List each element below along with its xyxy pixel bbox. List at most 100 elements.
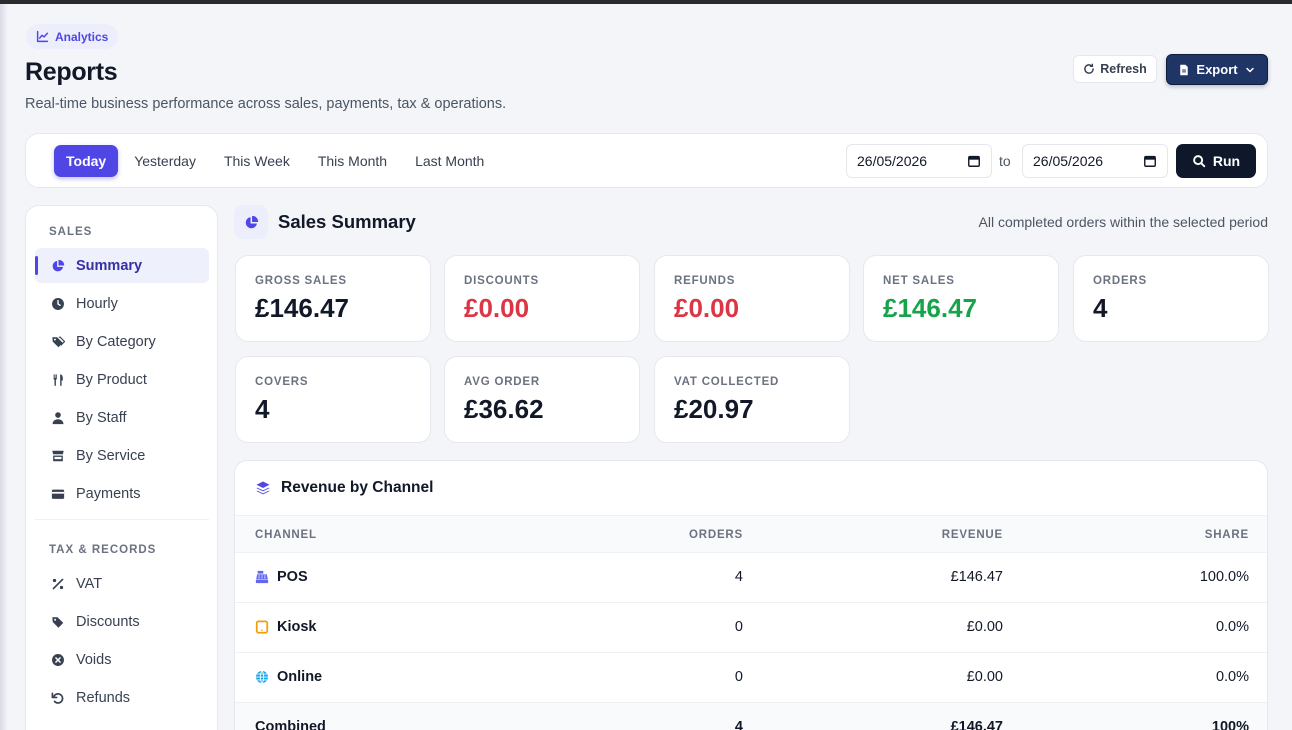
utensils-icon (53, 373, 63, 386)
stat-card-avg-order: AVG ORDER £36.62 (444, 356, 640, 443)
revenue-cell: £146.47 (950, 719, 1003, 730)
undo-icon (51, 691, 64, 704)
date-from-value: 26/05/2026 (857, 153, 928, 169)
sidebar-item-label: By Product (76, 371, 147, 388)
stat-value: £36.62 (464, 394, 544, 424)
channel-name: POS (277, 569, 308, 585)
tablet-icon (255, 620, 269, 634)
sidebar-item-label: Discounts (76, 613, 140, 630)
date-from-input[interactable]: 26/05/2026 (846, 144, 992, 178)
cash-register-icon (255, 570, 269, 584)
report-sidebar: SALES Summary Hourly By Category By Product B… (25, 205, 218, 730)
stat-card-vat-collected: VAT COLLECTED £20.97 (654, 356, 850, 443)
sidebar-item-payments[interactable]: Payments (35, 476, 209, 511)
page-subtitle: Real-time business performance across sa… (25, 96, 507, 112)
revenue-cell: £0.00 (966, 669, 1003, 685)
section-title: Sales Summary (278, 211, 416, 232)
column-header-share: SHARE (1204, 529, 1249, 541)
sidebar-item-by-service[interactable]: By Service (35, 438, 209, 473)
globe-icon (256, 670, 268, 684)
panel-title: Revenue by Channel (281, 479, 434, 496)
date-range-separator: to (999, 153, 1011, 169)
channel-name: Kiosk (277, 619, 317, 635)
sidebar-item-vat[interactable]: VAT (35, 566, 209, 601)
sidebar-section-title: SALES (49, 226, 93, 238)
section-icon (234, 205, 268, 239)
period-tab-yesterday[interactable]: Yesterday (122, 145, 208, 177)
pie-chart-icon (52, 259, 65, 271)
table-row: POS 4 £146.47 100.0% (235, 553, 1267, 603)
file-icon (1180, 64, 1189, 75)
page-title: Reports (25, 58, 118, 86)
share-cell: 0.0% (1215, 669, 1249, 685)
date-to-input[interactable]: 26/05/2026 (1022, 144, 1168, 178)
credit-card-icon (51, 489, 65, 499)
panel-header: Revenue by Channel (255, 479, 433, 497)
stat-card-covers: COVERS 4 (235, 356, 431, 443)
section-note: All completed orders within the selected… (978, 214, 1269, 230)
channel-name: Online (277, 669, 323, 685)
table-header: CHANNEL ORDERS REVENUE SHARE (235, 515, 1267, 553)
stat-value: £146.47 (883, 293, 977, 323)
orders-cell: 0 (734, 669, 743, 685)
stat-label: NET SALES (883, 275, 955, 287)
refresh-icon (1084, 63, 1095, 74)
stat-card-refunds: REFUNDS £0.00 (654, 255, 850, 342)
stat-card-gross-sales: GROSS SALES £146.47 (235, 255, 431, 342)
sidebar-item-by-category[interactable]: By Category (35, 324, 209, 359)
sidebar-item-label: VAT (76, 575, 103, 592)
run-button[interactable]: Run (1176, 144, 1256, 178)
table-row: Online 0 £0.00 0.0% (235, 653, 1267, 703)
share-cell: 0.0% (1215, 619, 1249, 635)
stat-label: REFUNDS (674, 275, 736, 287)
stat-value: £0.00 (464, 293, 530, 323)
export-button[interactable]: Export (1166, 54, 1268, 85)
sidebar-item-discounts[interactable]: Discounts (35, 604, 209, 639)
sidebar-item-hourly[interactable]: Hourly (35, 286, 209, 321)
stat-value: 4 (255, 394, 270, 424)
channel-cell: POS (255, 569, 308, 585)
pie-chart-icon (245, 215, 258, 228)
sidebar-section-title: TAX & RECORDS (49, 544, 157, 556)
refresh-button[interactable]: Refresh (1073, 55, 1157, 83)
sidebar-item-label: By Category (76, 333, 156, 350)
period-tab-this-month[interactable]: This Month (306, 145, 399, 177)
sidebar-item-summary[interactable]: Summary (35, 248, 209, 283)
channel-cell: Kiosk (255, 619, 317, 635)
search-icon (1193, 155, 1206, 168)
sidebar-item-label: Summary (76, 257, 143, 274)
sidebar-item-voids[interactable]: Voids (35, 642, 209, 677)
badge-label: Analytics (55, 29, 109, 44)
sidebar-item-label: By Staff (76, 409, 127, 426)
tags-icon (52, 336, 65, 347)
window-left-edge (0, 4, 8, 730)
calendar-icon (1144, 155, 1156, 167)
stat-label: ORDERS (1093, 275, 1148, 287)
revenue-by-channel-panel: Revenue by Channel CHANNEL ORDERS REVENU… (234, 460, 1268, 730)
period-tab-this-week[interactable]: This Week (212, 145, 302, 177)
stat-card-discounts: DISCOUNTS £0.00 (444, 255, 640, 342)
orders-cell: 0 (734, 619, 743, 635)
stat-value: £146.47 (255, 293, 349, 323)
export-label: Export (1196, 62, 1238, 77)
stat-label: VAT COLLECTED (674, 376, 780, 388)
period-tab-last-month[interactable]: Last Month (403, 145, 496, 177)
calendar-icon (968, 155, 980, 167)
sidebar-item-label: Refunds (76, 689, 131, 706)
stat-label: GROSS SALES (255, 275, 347, 287)
stat-value: 4 (1093, 293, 1108, 323)
store-icon (52, 450, 64, 461)
chevron-down-icon (1245, 67, 1254, 72)
sidebar-item-by-staff[interactable]: By Staff (35, 400, 209, 435)
share-cell: 100.0% (1199, 569, 1249, 585)
channel-name: Combined (255, 719, 326, 730)
stat-label: DISCOUNTS (464, 275, 539, 287)
period-tab-today[interactable]: Today (54, 145, 119, 177)
refresh-label: Refresh (1100, 62, 1147, 76)
sales-summary-header: Sales Summary (234, 204, 416, 240)
user-icon (52, 411, 64, 424)
stat-value: £0.00 (674, 293, 740, 323)
percent-icon (52, 578, 64, 589)
sidebar-item-by-product[interactable]: By Product (35, 362, 209, 397)
sidebar-item-refunds[interactable]: Refunds (35, 680, 209, 715)
